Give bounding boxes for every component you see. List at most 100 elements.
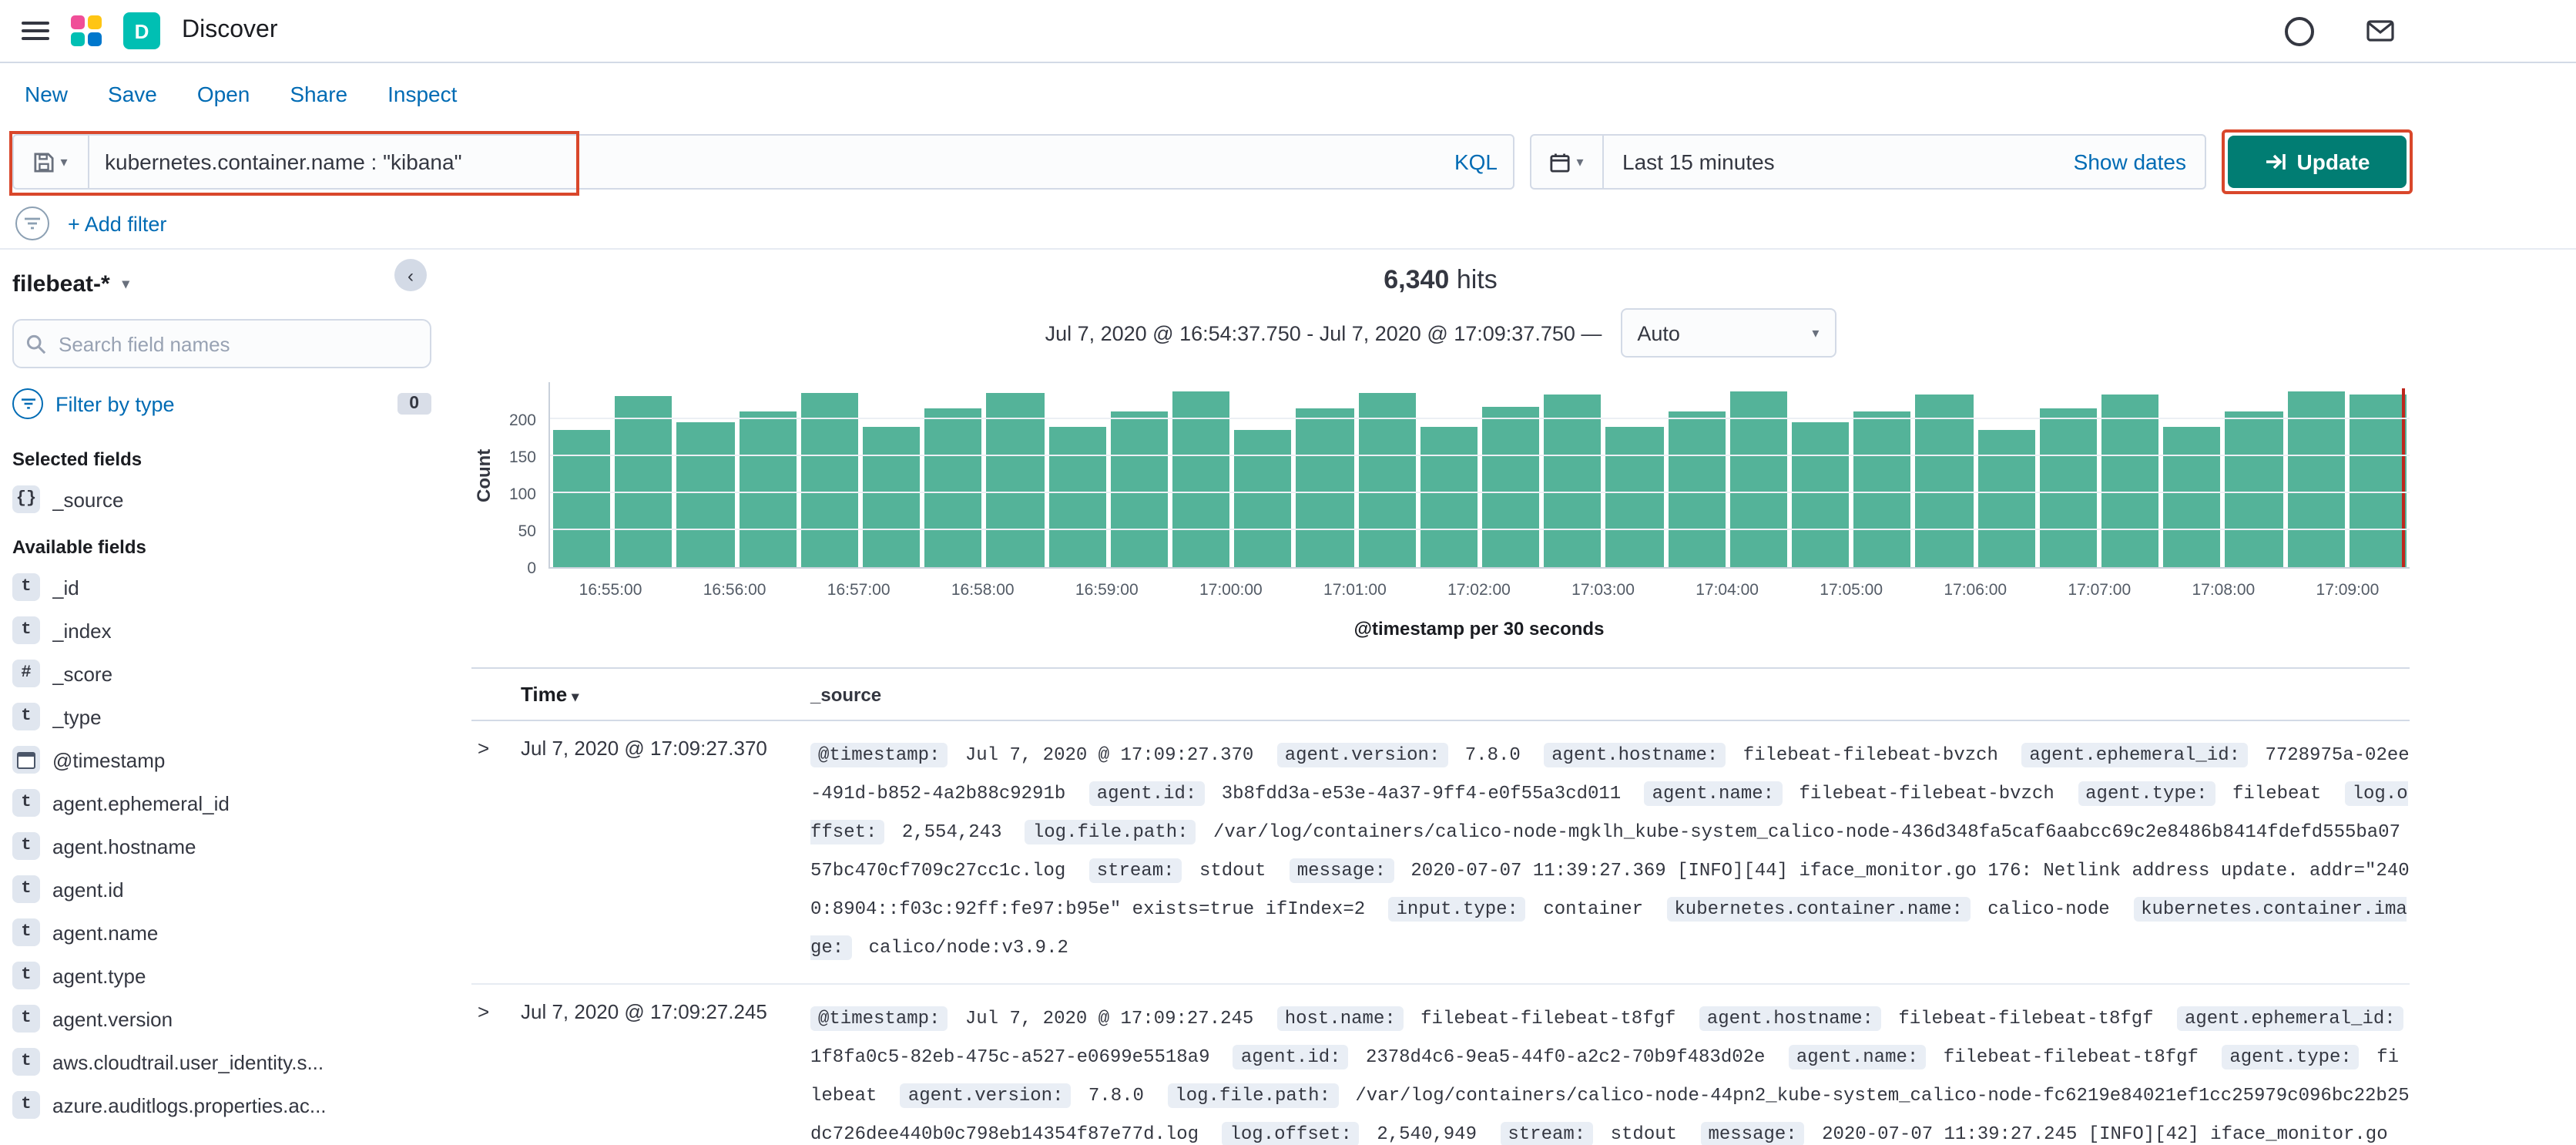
time-range-label[interactable]: Last 15 minutes bbox=[1604, 149, 1793, 174]
field-item-agent.name[interactable]: t agent.name bbox=[12, 911, 431, 954]
histogram-bar[interactable] bbox=[1605, 426, 1664, 567]
field-item-agent.version[interactable]: t agent.version bbox=[12, 997, 431, 1040]
field-key-badge: stream: bbox=[1500, 1122, 1594, 1145]
field-label: @timestamp bbox=[52, 748, 166, 771]
histogram-bar[interactable] bbox=[2101, 394, 2159, 567]
add-filter-button[interactable]: + Add filter bbox=[68, 212, 166, 235]
field-item-azure.auditlogs.properties.ac...[interactable]: t azure.auditlogs.properties.ac... bbox=[12, 1083, 431, 1127]
histogram-bar[interactable] bbox=[1915, 395, 1974, 567]
histogram-bar[interactable] bbox=[553, 430, 611, 567]
histogram-bar[interactable] bbox=[1420, 426, 1478, 567]
histogram-bar[interactable] bbox=[1853, 411, 1911, 567]
index-pattern-label: filebeat-* bbox=[12, 271, 110, 297]
show-dates-button[interactable]: Show dates bbox=[2055, 149, 2205, 174]
field-item-agent.ephemeral_id[interactable]: t agent.ephemeral_id bbox=[12, 781, 431, 824]
field-key-badge: agent.version: bbox=[900, 1083, 1072, 1108]
histogram-bar[interactable] bbox=[1482, 407, 1540, 567]
field-item-agent.id[interactable]: t agent.id bbox=[12, 868, 431, 911]
sidebar-collapse-button[interactable]: ‹ bbox=[394, 259, 427, 291]
histogram-bar[interactable] bbox=[2163, 426, 2221, 567]
doc-table-header: Time ▾ _source bbox=[471, 667, 2410, 721]
filter-by-type-button[interactable]: Filter by type 0 bbox=[12, 374, 431, 433]
field-item-agent.type[interactable]: t agent.type bbox=[12, 954, 431, 997]
field-label: azure.auditlogs.properties.ac... bbox=[52, 1093, 327, 1116]
elastic-logo[interactable] bbox=[71, 15, 102, 46]
field-key-badge: agent.name: bbox=[1644, 781, 1783, 806]
field-item-_score[interactable]: # _score bbox=[12, 652, 431, 695]
calendar-button[interactable]: ▾ bbox=[1531, 136, 1604, 188]
histogram-bar[interactable] bbox=[2039, 408, 2098, 567]
saved-query-button[interactable]: ▾ bbox=[14, 136, 89, 188]
y-tick-label: 150 bbox=[508, 448, 536, 467]
histogram-bar[interactable] bbox=[863, 426, 921, 567]
newsfeed-mail-icon[interactable] bbox=[2366, 20, 2394, 42]
expand-row-icon[interactable]: > bbox=[471, 1000, 521, 1145]
field-item-_type[interactable]: t _type bbox=[12, 695, 431, 738]
chevron-down-icon: ▾ bbox=[1812, 324, 1820, 340]
chevron-down-icon: ▾ bbox=[60, 153, 68, 169]
nav-open[interactable]: Open bbox=[197, 82, 250, 106]
search-icon bbox=[26, 334, 46, 354]
date-picker: ▾ Last 15 minutes Show dates bbox=[1530, 134, 2206, 190]
x-tick-label: 16:57:00 bbox=[827, 581, 891, 599]
field-item-agent.hostname[interactable]: t agent.hostname bbox=[12, 824, 431, 868]
field-value: calico/node:v3.9.2 bbox=[868, 937, 1068, 959]
field-value: filebeat-filebeat-bvzch bbox=[1742, 744, 1998, 766]
field-value: 7.8.0 bbox=[1464, 744, 1521, 766]
filter-icon[interactable] bbox=[15, 207, 49, 240]
filter-bar: + Add filter bbox=[0, 199, 2576, 250]
field-item-_index[interactable]: t _index bbox=[12, 609, 431, 652]
histogram-bar[interactable] bbox=[1792, 421, 1850, 567]
query-input[interactable] bbox=[89, 136, 1439, 188]
index-pattern-switcher[interactable]: filebeat-* ▾ bbox=[12, 262, 431, 307]
interval-select[interactable]: Auto ▾ bbox=[1620, 308, 1836, 358]
field-item-@timestamp[interactable]: @timestamp bbox=[12, 738, 431, 781]
field-key-badge: agent.id: bbox=[1088, 781, 1205, 806]
string-field-type-icon: t bbox=[12, 789, 40, 817]
field-label: agent.version bbox=[52, 1007, 173, 1030]
time-column-header[interactable]: Time ▾ bbox=[521, 683, 810, 706]
gridline bbox=[550, 492, 2410, 493]
field-label: agent.ephemeral_id bbox=[52, 791, 230, 814]
histogram-bar[interactable] bbox=[1110, 411, 1169, 567]
expand-row-icon[interactable]: > bbox=[471, 737, 521, 968]
histogram-bar[interactable] bbox=[1668, 411, 1726, 567]
histogram-bar[interactable] bbox=[676, 422, 735, 567]
row-source: @timestamp: Jul 7, 2020 @ 17:09:27.370 a… bbox=[810, 737, 2410, 968]
field-key-badge: message: bbox=[1700, 1122, 1805, 1145]
x-tick-label: 16:58:00 bbox=[951, 581, 1015, 599]
histogram-bar[interactable] bbox=[2225, 411, 2283, 567]
histogram-bar[interactable] bbox=[615, 395, 673, 567]
nav-share[interactable]: Share bbox=[290, 82, 347, 106]
kql-language-button[interactable]: KQL bbox=[1439, 136, 1513, 188]
histogram-bar[interactable] bbox=[1234, 429, 1292, 567]
save-icon bbox=[34, 152, 55, 172]
nav-new[interactable]: New bbox=[25, 82, 68, 106]
nav-inspect[interactable]: Inspect bbox=[387, 82, 457, 106]
menu-icon[interactable] bbox=[22, 22, 49, 40]
histogram-bar[interactable] bbox=[739, 411, 797, 567]
histogram-bar[interactable] bbox=[2349, 394, 2407, 567]
field-item-aws.cloudtrail.user_identity.s...[interactable]: t aws.cloudtrail.user_identity.s... bbox=[12, 1040, 431, 1083]
x-tick-label: 17:08:00 bbox=[2192, 581, 2256, 599]
string-field-type-icon: t bbox=[12, 703, 40, 730]
nav-save[interactable]: Save bbox=[108, 82, 157, 106]
selected-fields-list: {} _source bbox=[12, 478, 431, 521]
y-tick-label: 50 bbox=[518, 522, 536, 541]
field-item-_id[interactable]: t _id bbox=[12, 566, 431, 609]
help-icon[interactable] bbox=[2285, 16, 2314, 45]
kibana-discover-page: D Discover New Save Open Share Inspect ▾ bbox=[0, 0, 2576, 1145]
field-key-badge: agent.version: bbox=[1276, 743, 1448, 767]
update-button[interactable]: Update bbox=[2228, 136, 2407, 188]
string-field-type-icon: t bbox=[12, 1091, 40, 1119]
histogram-bar[interactable] bbox=[1977, 429, 2035, 567]
string-field-type-icon: t bbox=[12, 573, 40, 601]
field-search-input[interactable] bbox=[55, 331, 418, 357]
histogram-bar[interactable] bbox=[1048, 427, 1106, 567]
histogram-bar[interactable] bbox=[1296, 408, 1354, 567]
row-timestamp: Jul 7, 2020 @ 17:09:27.245 bbox=[521, 1000, 767, 1023]
field-item-_source[interactable]: {} _source bbox=[12, 478, 431, 521]
histogram-bar[interactable] bbox=[924, 408, 982, 567]
histogram-bar[interactable] bbox=[1544, 395, 1602, 567]
field-value: calico-node bbox=[1987, 898, 2110, 920]
